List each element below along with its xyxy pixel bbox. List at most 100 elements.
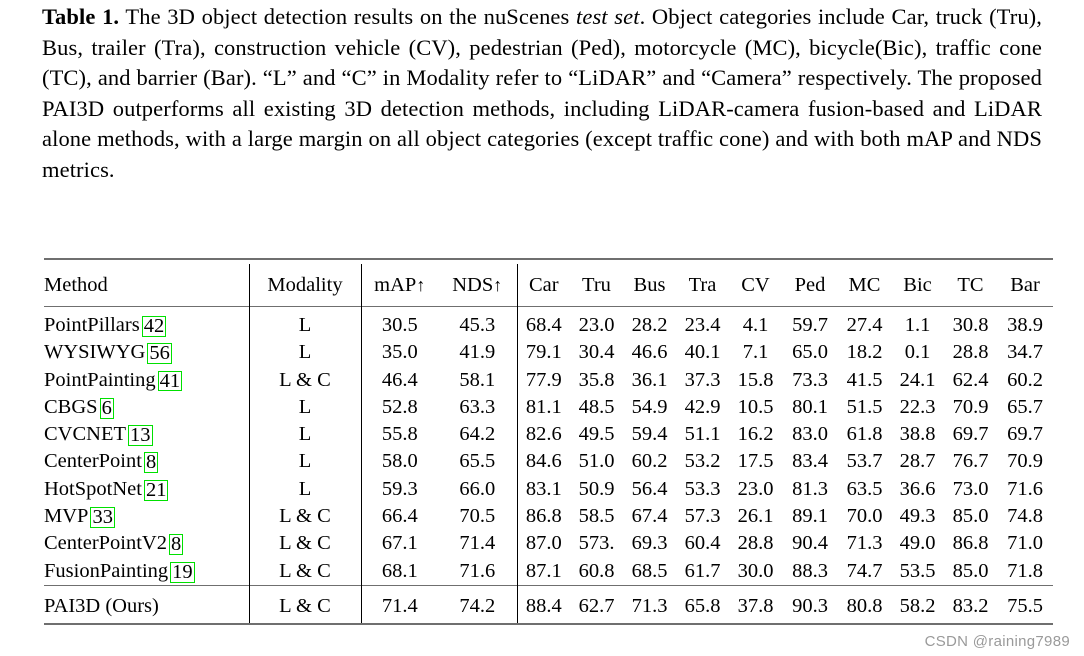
cell-tc: 85.0 [952,559,989,582]
cell-bus: 71.3 [631,594,668,617]
cell-car: 81.1 [516,393,570,422]
cell-bus: 56.4 [631,477,668,500]
cell-method: WYSIWYG 56 [44,339,249,366]
cell-car: 86.8 [516,503,570,531]
cell-car: 84.6 [516,448,570,476]
cell-map: 66.4 [360,503,438,531]
cell-tc: 28.8 [952,341,989,364]
cell-tra: 23.4 [684,314,721,336]
cell-cv: 10.5 [737,395,774,418]
cell-bic: 49.3 [899,505,936,528]
cell-modality: L [248,448,361,476]
citation-link[interactable]: 13 [128,425,153,447]
cell-bus: 59.4 [631,423,668,446]
cell-tru: 23.0 [578,314,615,336]
cell-tru: 62.7 [578,594,615,617]
cell-map: 30.5 [360,312,438,340]
table-row: CVCNET 13 L 55.8 64.2 82.6 49.5 59.4 51.1 16.2 83.… [44,421,1053,449]
cell-tc: 73.0 [952,477,989,500]
header-tru: Tru [582,274,611,296]
cell-car: 79.1 [516,339,570,367]
header-mc: MC [848,274,881,296]
header-tra: Tra [688,274,717,296]
citation-link[interactable]: 21 [143,480,169,501]
cell-car: 87.0 [516,530,570,558]
table-figure-page: Table 1. The 3D object detection results… [0,0,1084,656]
cell-bar: 74.8 [1007,505,1043,528]
cell-bus: 60.2 [631,450,668,473]
citation-link[interactable]: 19 [170,561,195,583]
table-row: MVP 33 L & C 66.4 70.5 86.8 58.5 67.4 57.3 26.1 89… [44,503,1053,531]
cell-tru: 49.5 [578,423,615,446]
caption-emphasis: test set [576,4,640,29]
cell-tra: 65.8 [684,594,721,617]
cell-cv: 28.8 [737,532,774,555]
caption-text-part1: The 3D object detection results on the n… [125,4,576,29]
cell-car: 68.4 [516,312,570,340]
rule-cell-bottom [44,622,1053,627]
cell-tra: 53.2 [684,450,721,473]
cell-modality: L & C [248,530,361,558]
cell-tru: 30.4 [578,341,615,364]
cell-mc: 51.5 [846,395,883,418]
cell-nds: 45.3 [459,314,496,336]
cell-bus: 28.2 [631,314,668,336]
header-cv: CV [741,274,770,296]
cell-tc: 30.8 [952,314,989,336]
cell-method: PAI3D (Ours) [44,590,249,624]
cell-map: 59.3 [360,475,438,504]
results-table: Method Modality mAP↑ NDS↑ Car Tru Bus Tr… [44,258,1053,627]
results-table-body: Method Modality mAP↑ NDS↑ Car Tru Bus Tr… [44,258,1053,627]
table-row: HotSpotNet 21 L 59.3 66.0 83.1 50.9 56.4 53.3 23.… [44,475,1053,504]
method-name: CenterPointV2 [44,532,167,555]
method-name: FusionPainting [44,559,169,582]
table-row: PointPillars 42 L 30.5 45.3 68.4 23.0 28.2 23.4 4… [44,312,1053,340]
header-bic: Bic [903,274,932,296]
citation-link[interactable]: 41 [157,370,183,392]
cell-mc: 61.8 [846,423,883,446]
cell-ped: 65.0 [792,341,828,364]
header-ped: Ped [794,274,826,296]
cell-bar: 71.0 [1007,532,1043,555]
caption-label: Table 1. [42,4,120,29]
citation-link[interactable]: 8 [169,534,184,556]
cell-ped: 73.3 [792,368,828,391]
citation-link[interactable]: 33 [90,507,115,528]
arrow-up-icon: ↑ [416,275,426,295]
citation-link[interactable]: 6 [99,398,114,419]
caption-text-part2: . Object categories include Car, truck (… [42,4,1042,182]
cell-map: 58.0 [360,448,438,476]
header-bus: Bus [633,274,666,296]
cell-bic: 49.0 [899,532,936,555]
cell-tru: 35.8 [578,368,615,391]
cell-tc: 76.7 [952,450,989,473]
cell-method: CenterPointV2 8 [44,530,249,557]
header-nds-label: NDS [452,274,494,296]
table-row: PAI3D (Ours) L & C 71.4 74.2 88.4 62.7 71.3 65.… [44,589,1053,624]
cell-nds: 58.1 [459,368,496,391]
cell-bar: 70.9 [1007,450,1043,473]
citation-link[interactable]: 8 [143,452,159,474]
citation-link[interactable]: 56 [147,343,172,365]
cell-cv: 4.1 [742,314,769,336]
header-nds: NDS↑ [438,264,517,307]
cell-bic: 0.1 [904,341,931,364]
cell-mc: 70.0 [846,505,883,528]
header-map: mAP↑ [360,264,438,307]
header-map-label: mAP [374,274,417,296]
cell-mc: 41.5 [846,368,883,391]
arrow-up-icon: ↑ [493,275,503,295]
cell-modality: L [248,339,361,367]
cell-bar: 65.7 [1007,395,1043,418]
cell-bus: 36.1 [631,368,668,391]
citation-link[interactable]: 42 [141,316,167,337]
cell-nds: 63.3 [459,395,496,418]
table-row: CBGS 6 L 52.8 63.3 81.1 48.5 54.9 42.9 10.5 80.1 51… [44,393,1053,422]
cell-method: CVCNET 13 [44,421,249,448]
cell-cv: 17.5 [737,450,774,473]
cell-bar: 71.8 [1007,559,1043,582]
cell-bar: 69.7 [1007,423,1043,446]
cell-bar: 34.7 [1007,341,1043,364]
cell-tra: 37.3 [684,368,721,391]
cell-nds: 65.5 [459,450,496,473]
